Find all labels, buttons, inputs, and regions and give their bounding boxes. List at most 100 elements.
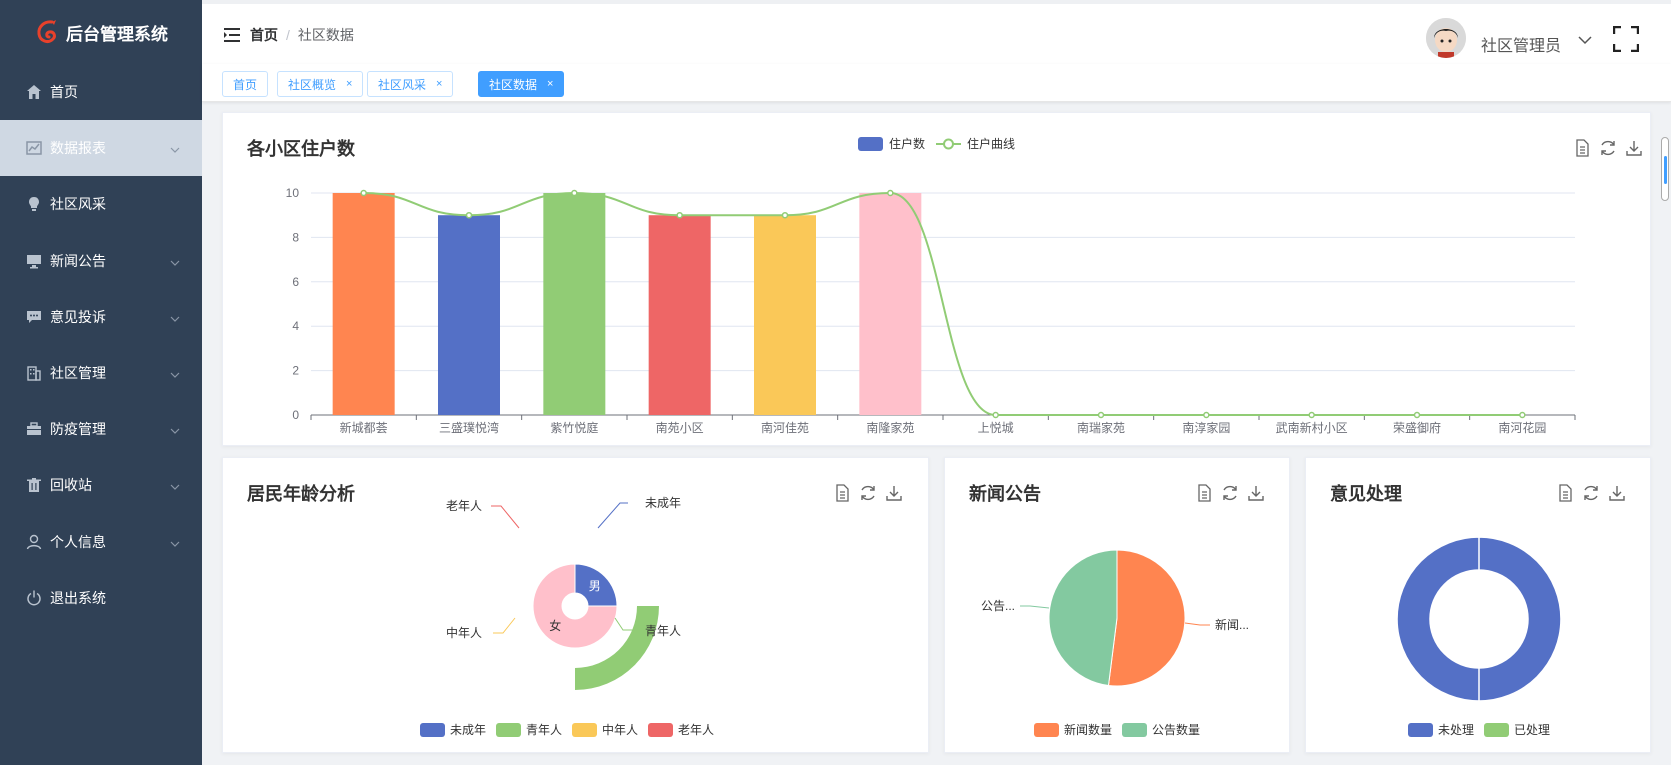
- chart-legend: 未处理 已处理: [1408, 723, 1550, 737]
- sidebar-item-label: 首页: [50, 84, 78, 100]
- building-icon: [26, 365, 42, 381]
- pie-slice: [1107, 549, 1186, 687]
- x-tick-label: 上悦城: [978, 421, 1014, 435]
- tab-tag[interactable]: 首页: [222, 71, 269, 97]
- pie-slice: [1048, 549, 1118, 687]
- power-icon: [26, 590, 42, 606]
- tab-tag[interactable]: 社区概览 ×: [277, 71, 364, 97]
- leader-line: [493, 617, 516, 634]
- chevron-down-icon: [170, 367, 180, 378]
- x-tick-label: 荣盛御府: [1393, 420, 1441, 435]
- line-point: [571, 189, 578, 197]
- breadcrumb: 首页 / 社区数据: [250, 25, 354, 45]
- x-tick-label: 南苑小区: [656, 420, 704, 435]
- tag-label: 社区概览: [288, 77, 337, 92]
- feedback-pie-chart: 未处理 已处理: [1396, 536, 1562, 737]
- slice-label: 中年人: [446, 625, 482, 640]
- breadcrumb-current: 社区数据: [297, 27, 354, 43]
- avatar-image: [1426, 18, 1466, 58]
- leader-line: [1184, 622, 1210, 626]
- legend-label: 公告数量: [1152, 722, 1200, 737]
- y-tick-label: 2: [292, 364, 299, 378]
- households-bar-chart: 住户数 住户曲线 0 2 4 6 8 10 新城都荟 三盛璞悦湾 紫竹悦庭 南苑小区 南河佳苑 南隆家苑 上…: [286, 136, 1576, 435]
- x-tick-label: 新城都荟: [340, 420, 388, 435]
- monitor-icon: [26, 253, 42, 269]
- sidebar-item[interactable]: 个人信息: [0, 514, 202, 570]
- bar: [648, 215, 711, 415]
- legend-swatch: [1408, 723, 1433, 737]
- page-scrollbar[interactable]: [1661, 137, 1669, 201]
- legend-label: 青年人: [526, 723, 562, 737]
- sidebar-item[interactable]: 回收站: [0, 457, 202, 513]
- leader-line: [597, 502, 628, 529]
- slice-label: 女: [549, 618, 561, 633]
- chevron-down-icon[interactable]: [1577, 34, 1593, 46]
- close-icon[interactable]: ×: [547, 78, 553, 90]
- sidebar: 后台管理系统 首页 数据报表 社区风采 新闻公告 意见投诉 社区管理 防疫管理 回收站 个人信息…: [0, 0, 202, 765]
- home-icon: [26, 84, 42, 100]
- sidebar-item[interactable]: 防疫管理: [0, 401, 202, 457]
- legend-swatch: [572, 723, 597, 737]
- line-point: [1097, 411, 1105, 419]
- bar: [332, 193, 395, 415]
- line-point: [1308, 411, 1315, 419]
- leader-line: [1020, 605, 1050, 609]
- tag-label: 首页: [233, 77, 258, 92]
- message-icon: [26, 309, 42, 325]
- line-point: [1519, 411, 1526, 419]
- sidebar-item[interactable]: 退出系统: [0, 570, 202, 626]
- x-tick-label: 南河花园: [1498, 420, 1546, 435]
- legend-swatch: [648, 723, 673, 737]
- close-icon[interactable]: ×: [436, 78, 442, 90]
- legend-label: 老年人: [678, 723, 714, 737]
- username[interactable]: 社区管理员: [1481, 32, 1561, 56]
- dragon-logo-icon: [37, 20, 56, 43]
- y-tick-label: 0: [292, 408, 299, 422]
- chevron-down-icon: [170, 423, 180, 435]
- sidebar-item[interactable]: 新闻公告: [0, 233, 202, 289]
- sidebar-item[interactable]: 意见投诉: [0, 289, 202, 345]
- slice-label: 新闻...: [1215, 617, 1249, 632]
- slice-label: 老年人: [446, 499, 482, 513]
- trash-icon: [26, 477, 42, 493]
- chevron-down-icon: [170, 536, 180, 547]
- sidebar-item[interactable]: 社区管理: [0, 345, 202, 401]
- x-tick-label: 南瑞家苑: [1077, 420, 1125, 435]
- fullscreen-icon[interactable]: [1613, 26, 1639, 52]
- series-line: [363, 191, 1523, 416]
- legend-swatch-marker: [943, 138, 954, 150]
- y-tick-label: 4: [292, 319, 299, 333]
- tab-tag[interactable]: 社区风采 ×: [367, 71, 454, 97]
- bar: [754, 215, 816, 415]
- legend-label: 未处理: [1438, 723, 1474, 737]
- y-tick-label: 6: [292, 275, 299, 289]
- legend-swatch: [420, 723, 445, 737]
- chart-legend: 新闻数量 公告数量: [1034, 722, 1200, 737]
- sidebar-item-label: 意见投诉: [50, 308, 106, 325]
- menu-toggle-icon[interactable]: [224, 28, 240, 42]
- chart-icon: [26, 140, 42, 156]
- chevron-down-icon: [170, 142, 180, 154]
- line-point: [781, 211, 789, 219]
- legend-label: 已处理: [1514, 723, 1550, 737]
- tab-tag[interactable]: 社区数据 ×: [478, 71, 565, 97]
- sidebar-item[interactable]: 首页: [0, 64, 202, 120]
- tags-view-bar: 首页 社区概览 × 社区风采 × 社区数据 ×: [202, 64, 1671, 102]
- avatar[interactable]: [1426, 18, 1466, 58]
- y-tick-label: 10: [286, 186, 300, 200]
- sidebar-item-label: 社区风采: [50, 196, 106, 213]
- legend-label: 住户曲线: [967, 136, 1015, 151]
- slice-label: 未成年: [645, 496, 681, 510]
- sidebar-item[interactable]: 社区风采: [0, 176, 202, 232]
- legend-swatch: [1034, 723, 1059, 737]
- legend-label: 新闻数量: [1064, 722, 1112, 737]
- close-icon[interactable]: ×: [346, 78, 352, 90]
- line-point: [676, 211, 683, 219]
- bulb-icon: [26, 196, 42, 212]
- breadcrumb-home[interactable]: 首页: [250, 25, 278, 45]
- sidebar-item[interactable]: 数据报表: [0, 120, 202, 177]
- tag-label: 社区数据: [489, 77, 538, 92]
- sidebar-item-label: 新闻公告: [50, 252, 106, 269]
- chevron-down-icon: [170, 479, 180, 491]
- chevron-down-icon: [170, 311, 180, 322]
